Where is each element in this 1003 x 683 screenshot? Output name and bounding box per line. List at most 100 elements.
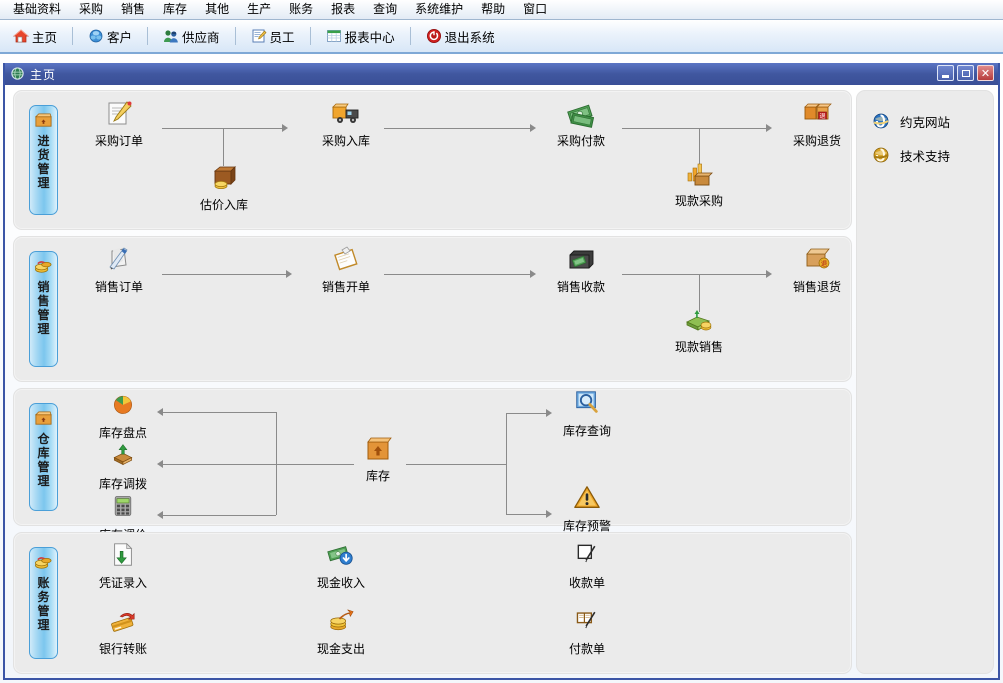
node-stock-transfer[interactable]: 库存调拨 bbox=[86, 442, 160, 492]
connector-line bbox=[506, 513, 548, 515]
toolbar-report-center-label: 报表中心 bbox=[344, 29, 395, 45]
section-tab-label: 进货管理 bbox=[37, 134, 50, 190]
node-cash-sale[interactable]: 现款销售 bbox=[662, 305, 736, 355]
node-payment-voucher[interactable]: 付款单 bbox=[550, 607, 624, 657]
connector-arrow bbox=[530, 124, 536, 132]
connector-line bbox=[506, 412, 507, 514]
menu-accounting[interactable]: 账务 bbox=[280, 0, 322, 19]
mdi-child-window: 主页 ✕ 进货管理 采购订单 估价入库 采购入库 采购付款 现款采购 退 采购退… bbox=[3, 63, 1000, 680]
book-pen-icon bbox=[104, 245, 134, 275]
section-accounting-management: 账务管理 凭证录入 银行转账 现金收入 现金支出 收款单 付款单 bbox=[13, 532, 852, 674]
ie-blue-icon bbox=[871, 111, 891, 131]
node-bank-transfer[interactable]: 银行转账 bbox=[86, 607, 160, 657]
menu-system-maintenance[interactable]: 系统维护 bbox=[406, 0, 472, 19]
toolbar-customer-label: 客户 bbox=[107, 29, 133, 45]
box-return-icon: 退 bbox=[802, 245, 832, 275]
globe-icon bbox=[10, 66, 26, 82]
workflow-sections: 进货管理 采购订单 估价入库 采购入库 采购付款 现款采购 退 采购退货 销售管… bbox=[13, 90, 852, 674]
node-label: 库存查询 bbox=[562, 423, 611, 438]
node-purchase-payment[interactable]: 采购付款 bbox=[544, 99, 618, 149]
node-voucher-entry[interactable]: 凭证录入 bbox=[86, 541, 160, 591]
node-label: 现金收入 bbox=[316, 576, 365, 590]
toolbar-customer[interactable]: 客户 bbox=[81, 24, 139, 49]
menu-query[interactable]: 查询 bbox=[364, 0, 406, 19]
section-tab-sales[interactable]: 销售管理 bbox=[29, 251, 58, 367]
node-label: 库存预警 bbox=[562, 518, 611, 533]
box-big-icon bbox=[363, 434, 393, 464]
menu-help[interactable]: 帮助 bbox=[472, 0, 514, 19]
toolbar-employee[interactable]: 员工 bbox=[244, 24, 302, 49]
menu-sales[interactable]: 销售 bbox=[112, 0, 154, 19]
menu-purchase[interactable]: 采购 bbox=[70, 0, 112, 19]
box-arrow-up-icon bbox=[108, 442, 138, 472]
window-controls: ✕ bbox=[937, 65, 994, 81]
node-label: 现金支出 bbox=[316, 642, 365, 656]
minimize-icon bbox=[942, 74, 949, 78]
node-inventory[interactable]: 库存 bbox=[341, 434, 415, 484]
box-orange-icon bbox=[34, 111, 53, 130]
close-button[interactable]: ✕ bbox=[977, 65, 994, 81]
node-cash-purchase[interactable]: 现款采购 bbox=[662, 159, 736, 209]
node-sales-invoice[interactable]: 销售开单 bbox=[309, 245, 383, 295]
maximize-icon bbox=[961, 69, 970, 77]
node-label: 付款单 bbox=[568, 642, 605, 656]
node-label: 采购订单 bbox=[94, 134, 143, 148]
menu-production[interactable]: 生产 bbox=[238, 0, 280, 19]
node-stock-warning[interactable]: 库存预警 bbox=[550, 484, 624, 534]
toolbar-home[interactable]: 主页 bbox=[6, 24, 64, 49]
node-label: 销售开单 bbox=[321, 280, 370, 295]
menu-window[interactable]: 窗口 bbox=[514, 0, 556, 19]
toolbar-supplier[interactable]: 供应商 bbox=[156, 24, 227, 49]
link-tech-support[interactable]: 技术支持 bbox=[871, 145, 993, 165]
connector-line bbox=[162, 514, 276, 516]
node-label: 银行转账 bbox=[98, 642, 147, 656]
node-sales-receipt[interactable]: 销售收款 bbox=[544, 245, 618, 295]
node-sales-return[interactable]: 退 销售退货 bbox=[780, 245, 854, 295]
node-stock-query[interactable]: 库存查询 bbox=[550, 389, 624, 439]
menu-other[interactable]: 其他 bbox=[196, 0, 238, 19]
connector-arrow bbox=[282, 124, 288, 132]
connector-line bbox=[622, 274, 768, 276]
connector-line bbox=[223, 128, 224, 166]
menu-reports[interactable]: 报表 bbox=[322, 0, 364, 19]
node-cash-expense[interactable]: 现金支出 bbox=[304, 607, 378, 657]
box-return-icon: 退 bbox=[802, 99, 832, 129]
node-estimated-receipt[interactable]: 估价入库 bbox=[187, 163, 261, 213]
section-tab-purchase[interactable]: 进货管理 bbox=[29, 105, 58, 216]
link-label: 技术支持 bbox=[900, 148, 951, 164]
link-york-website[interactable]: 约克网站 bbox=[871, 111, 993, 131]
node-label: 现款采购 bbox=[674, 194, 723, 208]
node-label: 采购付款 bbox=[556, 134, 605, 148]
money-green-icon bbox=[566, 99, 596, 129]
connector-line bbox=[622, 128, 768, 129]
node-stocktaking[interactable]: 库存盘点 bbox=[86, 391, 160, 441]
section-tab-warehouse[interactable]: 仓库管理 bbox=[29, 402, 58, 511]
chart-box-icon bbox=[684, 159, 714, 189]
section-tab-label: 销售管理 bbox=[37, 280, 50, 337]
minimize-button[interactable] bbox=[937, 65, 954, 81]
link-label: 约克网站 bbox=[900, 114, 951, 130]
node-receipt-voucher[interactable]: 收款单 bbox=[550, 541, 624, 591]
connector-line bbox=[162, 274, 288, 276]
node-purchase-return[interactable]: 退 采购退货 bbox=[780, 99, 854, 149]
node-sales-order[interactable]: 销售订单 bbox=[82, 245, 156, 295]
connector-line bbox=[162, 463, 354, 465]
node-purchase-receipt[interactable]: 采购入库 bbox=[309, 99, 383, 149]
toolbar-supplier-label: 供应商 bbox=[182, 29, 220, 45]
menu-inventory[interactable]: 库存 bbox=[154, 0, 196, 19]
toolbar-separator bbox=[409, 27, 411, 45]
toolbar-exit[interactable]: 退出系统 bbox=[419, 24, 502, 49]
node-label: 库存盘点 bbox=[98, 425, 147, 440]
node-label: 现款销售 bbox=[674, 340, 723, 355]
toolbar-report-center[interactable]: 报表中心 bbox=[319, 24, 402, 49]
node-label: 凭证录入 bbox=[98, 576, 147, 590]
node-cash-income[interactable]: 现金收入 bbox=[304, 541, 378, 591]
maximize-button[interactable] bbox=[957, 65, 974, 81]
mdi-title-bar[interactable]: 主页 ✕ bbox=[5, 63, 998, 85]
coins-icon bbox=[34, 553, 53, 572]
section-tab-accounting[interactable]: 账务管理 bbox=[29, 547, 58, 659]
money-in-icon bbox=[326, 541, 356, 571]
menu-basic-data[interactable]: 基础资料 bbox=[4, 0, 70, 19]
node-purchase-order[interactable]: 采购订单 bbox=[82, 99, 156, 149]
application-window: 基础资料 采购 销售 库存 其他 生产 账务 报表 查询 系统维护 帮助 窗口 … bbox=[0, 0, 1003, 683]
